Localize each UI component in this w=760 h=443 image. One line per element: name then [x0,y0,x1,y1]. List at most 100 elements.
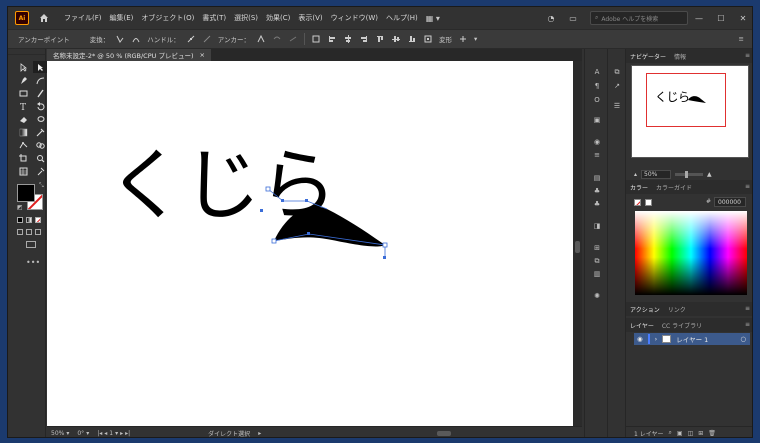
selection-tool-icon[interactable] [16,61,30,73]
tab-color[interactable]: カラー [630,183,648,192]
align-bottom-icon[interactable] [407,34,417,44]
layers-panel-icon[interactable]: ▥ [592,269,602,279]
maximize-button[interactable]: ☐ [710,14,732,23]
tab-links[interactable]: リンク [668,305,686,314]
panel-menu-icon[interactable]: ≡ [745,183,750,190]
color-mode-icon[interactable] [17,217,23,223]
clipping-mask-icon[interactable]: ▣ [677,430,683,437]
last-artboard-icon[interactable]: ▸| [125,430,130,437]
prev-artboard-icon[interactable]: ◂ [104,430,107,437]
symbol-sprayer-tool-icon[interactable] [33,165,47,177]
anchor-point[interactable] [260,209,263,212]
gradient-tool-icon[interactable] [16,126,30,138]
hex-color-input[interactable]: 000000 [714,197,746,207]
vertical-scrollbar[interactable] [573,61,582,426]
symbols-panel-icon[interactable]: ♣ [592,186,602,196]
pen-tool-icon[interactable] [16,74,30,86]
draw-inside-icon[interactable] [35,229,41,235]
zoom-slider-icon[interactable] [675,170,704,178]
puppet-warp-tool-icon[interactable] [16,139,30,151]
locate-object-icon[interactable]: ⌕ [669,429,672,437]
anchor-point[interactable] [383,256,386,259]
tab-info[interactable]: 情報 [674,52,686,61]
panel-menu-icon[interactable]: ≡ [745,321,750,328]
color-spectrum[interactable] [635,211,747,295]
libraries-panel-icon[interactable]: ⧉ [612,67,622,77]
eraser-tool-icon[interactable] [16,113,30,125]
menu-view[interactable]: 表示(V) [298,13,322,23]
stroke-panel-icon[interactable]: ≡ [592,150,602,160]
menu-file[interactable]: ファイル(F) [64,13,102,23]
align-top-icon[interactable] [375,34,385,44]
help-search-input[interactable]: ⌕ Adobe ヘルプを検索 [590,11,688,25]
zoom-out-icon[interactable]: ▴ [634,171,637,178]
shape-builder-tool-icon[interactable] [33,139,47,151]
curvature-tool-icon[interactable] [33,74,47,86]
gradient-panel-icon[interactable]: ◨ [592,221,602,231]
minimize-button[interactable]: — [688,14,710,23]
align-left-icon[interactable] [327,34,337,44]
align-panel-icon[interactable]: ⊞ [592,243,602,253]
anchor-point[interactable] [307,232,310,235]
distribute-icon[interactable] [423,34,433,44]
delete-layer-icon[interactable]: 🗑 [708,430,716,437]
cut-path-icon[interactable] [288,34,298,44]
panel-menu-icon[interactable]: ≡ [745,52,750,59]
fill-swatch[interactable] [17,184,35,202]
visibility-eye-icon[interactable]: ◉ [637,335,643,343]
whale-shape[interactable] [47,61,573,426]
anchor-point[interactable] [382,242,388,248]
tab-color-guide[interactable]: カラーガイド [656,183,692,192]
type-tool-icon[interactable]: T [16,100,30,112]
menu-window[interactable]: ウィンドウ(W) [331,13,378,23]
artboard-nav[interactable]: |◂ ◂ 1 ▾ ▸ ▸| [97,430,130,437]
transform-panel-icon[interactable]: ▣ [592,115,602,125]
panel-menu-icon[interactable]: ≡ [745,305,750,312]
chart-tool-icon[interactable] [16,165,30,177]
navigator-preview[interactable]: くじら [631,65,749,158]
remove-anchor-icon[interactable] [256,34,266,44]
anchor-point[interactable] [281,199,284,202]
tab-navigator[interactable]: ナビゲーター [630,52,666,61]
anchor-point[interactable] [305,199,308,202]
tab-layers[interactable]: レイヤー [630,321,654,330]
isolate-icon[interactable] [311,34,321,44]
convert-corner-icon[interactable] [115,34,125,44]
artboard-canvas[interactable]: くじら [47,61,573,426]
draw-behind-icon[interactable] [26,229,32,235]
eyedropper-tool-icon[interactable] [33,126,47,138]
transform-dropdown-icon[interactable]: ▾ [474,35,477,43]
swatches-panel-icon[interactable]: ◉ [592,137,602,147]
control-bar-menu-icon[interactable]: ≡ [739,35,744,43]
handle-show-icon[interactable] [186,34,196,44]
rotation-field[interactable]: 0° ▾ [77,430,89,437]
paragraph-panel-icon[interactable]: ¶ [592,81,602,91]
close-icon[interactable]: × [200,51,205,59]
swap-fill-stroke-icon[interactable]: ⤡ [39,182,44,190]
artboard-tool-icon[interactable] [16,152,30,164]
anchor-point[interactable] [271,238,277,244]
new-sublayer-icon[interactable]: ◫ [688,430,694,437]
home-icon[interactable] [38,12,50,24]
menu-edit[interactable]: 編集(E) [110,13,134,23]
rectangle-tool-icon[interactable] [16,87,30,99]
none-color-swatch[interactable] [634,198,641,206]
appearance-panel-icon[interactable]: ▤ [592,173,602,183]
properties-panel-icon[interactable]: ☰ [612,101,622,111]
horizontal-scroll-thumb[interactable] [437,431,451,436]
graphic-styles-panel-icon[interactable]: ✺ [592,291,602,301]
close-button[interactable]: ✕ [732,14,752,23]
draw-normal-icon[interactable] [17,229,23,235]
align-right-icon[interactable] [359,34,369,44]
connect-anchor-icon[interactable] [272,34,282,44]
transform-label[interactable]: 変形 [439,34,452,44]
menu-type[interactable]: 書式(T) [202,13,226,23]
vertical-scroll-thumb[interactable] [575,241,580,253]
anchor-point[interactable] [265,186,271,192]
align-middle-icon[interactable] [391,34,401,44]
menu-object[interactable]: オブジェクト(O) [141,13,194,23]
character-panel-icon[interactable]: A [592,67,602,77]
screen-mode-icon[interactable] [26,241,36,248]
opentype-panel-icon[interactable]: O [592,95,602,105]
convert-smooth-icon[interactable] [131,34,141,44]
